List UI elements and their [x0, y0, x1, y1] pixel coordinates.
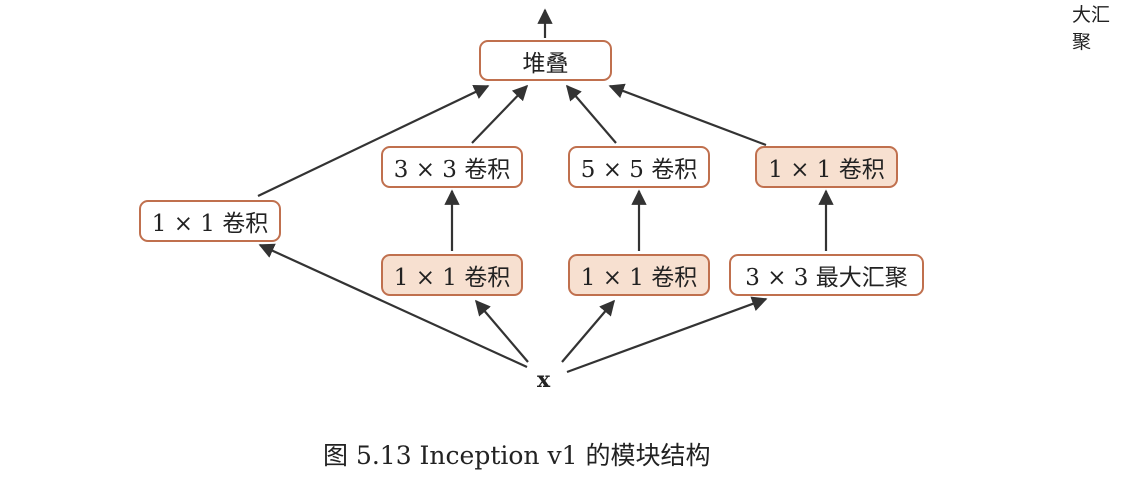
node-maxpool: 3 × 3 最大汇聚	[729, 254, 924, 296]
arrow-x-to-reduce5x5	[561, 299, 615, 363]
node-reduce3x3: 1 × 1 卷积	[381, 254, 523, 296]
node-pool-projection: 1 × 1 卷积	[755, 146, 898, 188]
node-reduce5x5: 1 × 1 卷积	[568, 254, 710, 296]
input-x-label: x	[537, 367, 551, 393]
figure-caption: 图 5.13 Inception v1 的模块结构	[323, 441, 711, 470]
arrow-poolproj-to-concat	[608, 83, 767, 147]
node-left-conv1x1: 1 × 1 卷积	[139, 200, 281, 242]
node-concat: 堆叠	[479, 40, 612, 81]
corner-text: 大汇聚	[1072, 4, 1111, 53]
node-conv5x5: 5 × 5 卷积	[568, 146, 710, 188]
arrow-x-to-maxpool	[566, 296, 768, 374]
arrow-conv3x3-to-concat	[471, 84, 529, 144]
arrow-x-to-reduce3x3	[475, 299, 529, 363]
arrow-conv5x5-to-concat	[565, 84, 617, 144]
node-conv3x3: 3 × 3 卷积	[381, 146, 523, 188]
